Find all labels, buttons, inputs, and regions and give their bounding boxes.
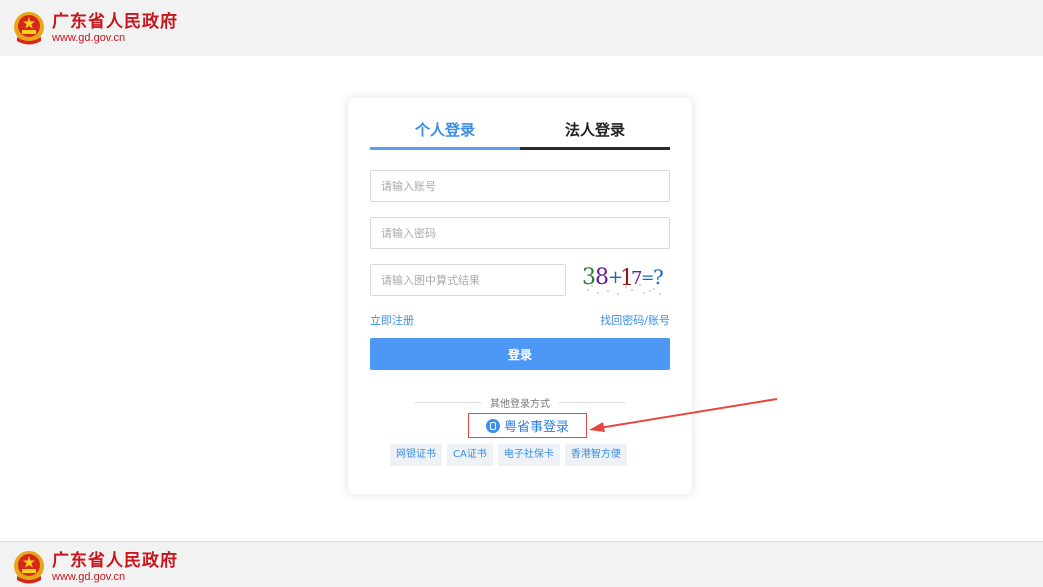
tab-corporate-login[interactable]: 法人登录 — [520, 112, 670, 150]
svg-text:?: ? — [653, 265, 664, 289]
account-input[interactable] — [370, 170, 670, 202]
svg-text:3: 3 — [582, 265, 596, 290]
tab-personal-login[interactable]: 个人登录 — [370, 112, 520, 150]
svg-text:8: 8 — [595, 265, 609, 290]
national-emblem-icon — [14, 12, 44, 45]
captcha-input[interactable] — [370, 264, 566, 296]
header-bar: 广东省人民政府 www.gd.gov.cn — [0, 0, 1043, 56]
method-ca-cert[interactable]: CA证书 — [447, 444, 493, 466]
login-page: 广东省人民政府 www.gd.gov.cn 个人登录 法人登录 3 8 + 1 — [0, 0, 1043, 587]
other-login-label: 其他登录方式 — [490, 398, 550, 410]
footer-site-title: 广东省人民政府 — [52, 550, 178, 571]
captcha-image[interactable]: 3 8 + 1 7 = ? — [580, 260, 666, 298]
divider-line — [414, 401, 482, 403]
login-methods: 网银证书 CA证书 电子社保卡 香港智方便 — [390, 444, 627, 466]
footer-brand[interactable]: 广东省人民政府 www.gd.gov.cn — [12, 550, 178, 584]
method-social-security-card[interactable]: 电子社保卡 — [497, 444, 560, 466]
method-iamsmart[interactable]: 香港智方便 — [564, 444, 627, 466]
site-brand[interactable]: 广东省人民政府 www.gd.gov.cn — [12, 11, 178, 45]
footer-bar: 广东省人民政府 www.gd.gov.cn — [0, 541, 1043, 587]
site-title: 广东省人民政府 — [52, 11, 178, 32]
register-link[interactable]: 立即注册 — [370, 312, 414, 328]
login-tabs: 个人登录 法人登录 — [370, 112, 670, 150]
national-emblem-icon — [14, 551, 44, 584]
footer-site-url: www.gd.gov.cn — [52, 570, 126, 583]
password-input[interactable] — [370, 217, 670, 249]
recover-password-link[interactable]: 找回密码/账号 — [600, 312, 670, 328]
yueshengshi-login-button[interactable]: 粤省事登录 — [468, 413, 587, 438]
yueshengshi-login-label: 粤省事登录 — [503, 420, 569, 435]
login-button[interactable]: 登录 — [370, 338, 670, 370]
yueshengshi-icon — [485, 418, 500, 433]
site-url: www.gd.gov.cn — [52, 31, 126, 44]
method-netbank-cert[interactable]: 网银证书 — [390, 444, 442, 466]
annotation-arrow-icon — [589, 398, 778, 432]
